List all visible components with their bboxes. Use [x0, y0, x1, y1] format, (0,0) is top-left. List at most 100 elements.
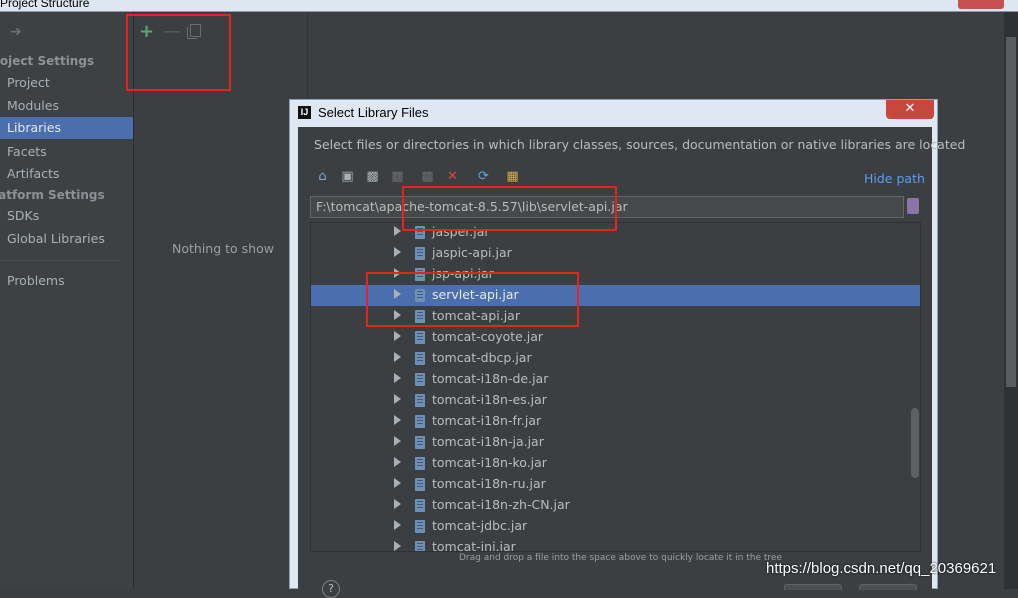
help-icon[interactable]: ?: [322, 580, 340, 598]
path-input[interactable]: F:\tomcat\apache-tomcat-8.5.57\lib\servl…: [310, 196, 904, 218]
expand-arrow-icon[interactable]: [394, 478, 401, 488]
tree-row[interactable]: tomcat-i18n-fr.jar: [311, 411, 920, 432]
sidebar-item-project[interactable]: Project: [0, 72, 133, 94]
tree-row[interactable]: tomcat-i18n-ru.jar: [311, 474, 920, 495]
expand-arrow-icon[interactable]: [394, 394, 401, 404]
window-title-bar: Project Structure: [0, 0, 1018, 12]
desktop-icon[interactable]: ▣: [340, 169, 355, 184]
dialog-close-button[interactable]: ✕: [886, 100, 934, 119]
file-name: tomcat-i18n-ru.jar: [432, 476, 546, 491]
select-library-files-dialog: IJ Select Library Files ✕ Select files o…: [289, 99, 965, 598]
delete-icon[interactable]: ✕: [445, 169, 460, 184]
expand-arrow-icon[interactable]: [394, 436, 401, 446]
file-name: tomcat-i18n-de.jar: [432, 371, 549, 386]
tree-row[interactable]: tomcat-i18n-es.jar: [311, 390, 920, 411]
sidebar-divider: [0, 260, 120, 261]
module-folder-icon[interactable]: ▩: [390, 169, 405, 184]
sidebar-item-facets[interactable]: Facets: [0, 141, 133, 163]
back-arrow-icon[interactable]: ➜: [10, 24, 22, 40]
new-folder-icon[interactable]: ▩: [420, 169, 435, 184]
settings-sidebar: ➜ roject Settings Project Modules Librar…: [0, 12, 134, 589]
sidebar-item-modules[interactable]: Modules: [0, 95, 133, 117]
home-icon[interactable]: ⌂: [315, 169, 330, 184]
sidebar-item-problems[interactable]: Problems: [0, 270, 133, 292]
intellij-logo-icon: IJ: [298, 106, 311, 119]
tree-row[interactable]: tomcat-coyote.jar: [311, 327, 920, 348]
cancel-button[interactable]: [859, 584, 917, 590]
expand-arrow-icon[interactable]: [394, 520, 401, 530]
expand-arrow-icon[interactable]: [394, 247, 401, 257]
tree-row[interactable]: tomcat-i18n-zh-CN.jar: [311, 495, 920, 516]
dialog-title-bar: IJ Select Library Files ✕: [290, 100, 937, 126]
window-title: Project Structure: [0, 0, 90, 10]
file-name: tomcat-coyote.jar: [432, 329, 544, 344]
expand-arrow-icon[interactable]: [394, 541, 401, 551]
tree-row[interactable]: tomcat-i18n-ko.jar: [311, 453, 920, 474]
jar-icon: [415, 352, 425, 365]
project-folder-icon[interactable]: ▩: [365, 169, 380, 184]
sidebar-item-global-libraries[interactable]: Global Libraries: [0, 228, 133, 250]
minus-icon[interactable]: —: [163, 21, 181, 42]
plus-icon[interactable]: +: [139, 21, 154, 42]
window-close-button[interactable]: [958, 0, 1004, 9]
jar-icon: [415, 457, 425, 470]
jar-icon: [415, 289, 425, 302]
file-name: jasper.jar: [432, 224, 490, 239]
expand-arrow-icon[interactable]: [394, 331, 401, 341]
jar-icon: [415, 226, 425, 239]
expand-arrow-icon[interactable]: [394, 226, 401, 236]
refresh-icon[interactable]: ⟳: [476, 169, 491, 184]
outer-scrollbar-thumb[interactable]: [1006, 37, 1016, 387]
file-name: jsp-api.jar: [432, 266, 494, 281]
jar-icon: [415, 331, 425, 344]
tree-row[interactable]: tomcat-api.jar: [311, 306, 920, 327]
tree-row-selected[interactable]: servlet-api.jar: [311, 285, 920, 306]
ok-button[interactable]: [784, 584, 842, 590]
jar-icon: [415, 394, 425, 407]
tree-row[interactable]: tomcat-jdbc.jar: [311, 516, 920, 537]
expand-arrow-icon[interactable]: [394, 268, 401, 278]
show-hidden-icon[interactable]: ▦: [505, 169, 520, 184]
tree-row[interactable]: tomcat-jni.jar: [311, 537, 920, 551]
tree-row[interactable]: tomcat-i18n-ja.jar: [311, 432, 920, 453]
dialog-description: Select files or directories in which lib…: [314, 137, 966, 152]
file-name: servlet-api.jar: [432, 287, 519, 302]
expand-arrow-icon[interactable]: [394, 373, 401, 383]
jar-icon: [415, 373, 425, 386]
expand-arrow-icon[interactable]: [394, 289, 401, 299]
jar-icon: [415, 415, 425, 428]
file-tree[interactable]: jasper.jar jaspic-api.jar jsp-api.jar se…: [310, 222, 921, 552]
copy-icon[interactable]: [187, 24, 201, 39]
expand-arrow-icon[interactable]: [394, 415, 401, 425]
sidebar-item-artifacts[interactable]: Artifacts: [0, 163, 133, 185]
outer-scrollbar[interactable]: [1004, 12, 1018, 589]
sidebar-item-sdks[interactable]: SDKs: [0, 205, 133, 227]
jar-icon: [415, 520, 425, 533]
tree-row[interactable]: jsp-api.jar: [311, 264, 920, 285]
tree-row[interactable]: tomcat-dbcp.jar: [311, 348, 920, 369]
hide-path-link[interactable]: Hide path: [864, 171, 925, 186]
file-name: tomcat-i18n-ja.jar: [432, 434, 544, 449]
file-name: tomcat-i18n-es.jar: [432, 392, 547, 407]
drag-drop-hint: Drag and drop a file into the space abov…: [459, 553, 782, 563]
file-name: jaspic-api.jar: [432, 245, 512, 260]
jar-icon: [415, 499, 425, 512]
path-history-icon[interactable]: [907, 198, 919, 214]
expand-arrow-icon[interactable]: [394, 499, 401, 509]
tree-row[interactable]: tomcat-i18n-de.jar: [311, 369, 920, 390]
expand-arrow-icon[interactable]: [394, 457, 401, 467]
jar-icon: [415, 247, 425, 260]
sidebar-item-libraries[interactable]: Libraries: [0, 117, 133, 139]
file-name: tomcat-api.jar: [432, 308, 520, 323]
expand-arrow-icon[interactable]: [394, 352, 401, 362]
tree-scrollbar-thumb[interactable]: [911, 408, 919, 478]
section-platform-settings: latform Settings: [0, 188, 105, 202]
jar-icon: [415, 541, 425, 551]
dialog-title: Select Library Files: [318, 105, 429, 120]
tree-row[interactable]: jaspic-api.jar: [311, 243, 920, 264]
jar-icon: [415, 310, 425, 323]
file-name: tomcat-i18n-ko.jar: [432, 455, 547, 470]
tree-row[interactable]: jasper.jar: [311, 223, 920, 243]
expand-arrow-icon[interactable]: [394, 310, 401, 320]
file-name: tomcat-i18n-fr.jar: [432, 413, 542, 428]
